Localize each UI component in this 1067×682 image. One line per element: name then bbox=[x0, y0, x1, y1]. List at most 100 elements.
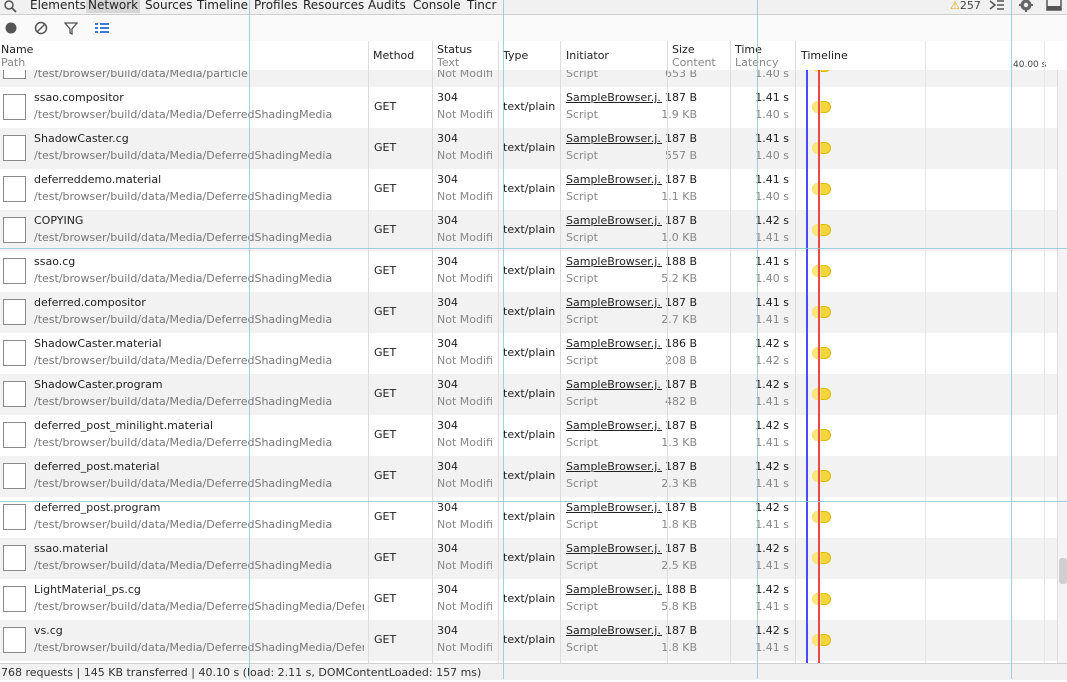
request-initiator-link[interactable]: SampleBrowser.j... bbox=[566, 460, 662, 473]
request-status-text: Not Modifi bbox=[437, 149, 493, 162]
tab-timeline[interactable]: Timeline bbox=[195, 0, 250, 13]
request-name[interactable]: COPYING bbox=[34, 214, 83, 227]
request-name[interactable]: LightMaterial_ps.cg bbox=[34, 583, 141, 596]
request-status-text: Not Modifi bbox=[437, 559, 493, 572]
request-latency: 1.40 s bbox=[755, 190, 789, 203]
table-row[interactable]: deferred_post.program/test/browser/build… bbox=[0, 497, 1057, 538]
column-divider[interactable] bbox=[795, 41, 796, 663]
request-initiator-type: Script bbox=[566, 641, 598, 654]
gear-icon[interactable] bbox=[1017, 0, 1035, 14]
table-row[interactable]: ShadowCaster.material/test/browser/build… bbox=[0, 333, 1057, 374]
request-initiator-link[interactable]: SampleBrowser.j... bbox=[566, 337, 662, 350]
column-divider[interactable] bbox=[730, 41, 731, 663]
column-path-header[interactable]: Path bbox=[1, 56, 25, 69]
tab-network[interactable]: Network bbox=[86, 0, 141, 13]
timeline-bar bbox=[812, 552, 831, 564]
table-row[interactable]: COPYING/test/browser/build/data/Media/De… bbox=[0, 210, 1057, 251]
dock-icon[interactable] bbox=[1045, 0, 1063, 14]
filter-icon[interactable] bbox=[63, 21, 80, 37]
table-row[interactable]: /test/browser/build/data/Media/particle … bbox=[0, 70, 1057, 87]
table-row[interactable]: vs.cg/test/browser/build/data/Media/Defe… bbox=[0, 620, 1057, 661]
column-text-header[interactable]: Text bbox=[437, 56, 459, 69]
request-initiator-link[interactable]: SampleBrowser.j... bbox=[566, 542, 662, 555]
column-timeline-header[interactable]: Timeline bbox=[801, 49, 848, 62]
table-row[interactable]: ShadowCaster.program/test/browser/build/… bbox=[0, 374, 1057, 415]
request-initiator-type: Script bbox=[566, 70, 598, 80]
table-row[interactable]: LightMaterial_ps.cg/test/browser/build/d… bbox=[0, 579, 1057, 620]
request-size: 186 B bbox=[664, 337, 697, 350]
table-row[interactable]: ssao.compositor/test/browser/build/data/… bbox=[0, 87, 1057, 128]
warnings-counter[interactable]: ⚠257 bbox=[950, 0, 981, 12]
table-row[interactable]: ssao.cg/test/browser/build/data/Media/De… bbox=[0, 251, 1057, 292]
request-initiator-link[interactable]: SampleBrowser.j... bbox=[566, 501, 662, 514]
record-icon[interactable] bbox=[4, 21, 20, 37]
tab-audits[interactable]: Audits bbox=[366, 0, 408, 13]
list-view-icon[interactable] bbox=[94, 21, 110, 37]
column-name-header[interactable]: Name bbox=[1, 43, 33, 56]
table-row[interactable]: deferred_post_minilight.material/test/br… bbox=[0, 415, 1057, 456]
request-name[interactable]: deferreddemo.material bbox=[34, 173, 161, 186]
request-size: 188 B bbox=[664, 255, 697, 268]
request-initiator-link[interactable]: SampleBrowser.j... bbox=[566, 378, 662, 391]
request-time: 1.42 s bbox=[755, 337, 789, 350]
column-divider[interactable] bbox=[368, 41, 369, 663]
column-divider[interactable] bbox=[667, 41, 668, 663]
clear-icon[interactable] bbox=[34, 21, 50, 37]
request-path: /test/browser/build/data/Media/DeferredS… bbox=[34, 231, 333, 244]
request-name[interactable]: ssao.cg bbox=[34, 255, 75, 268]
request-initiator-link[interactable]: SampleBrowser.j... bbox=[566, 255, 662, 268]
request-path: /test/browser/build/data/Media/DeferredS… bbox=[34, 641, 364, 654]
table-row[interactable]: ssao.material/test/browser/build/data/Me… bbox=[0, 538, 1057, 579]
request-name[interactable]: ShadowCaster.cg bbox=[34, 132, 129, 145]
console-drawer-icon[interactable] bbox=[988, 0, 1006, 14]
request-name[interactable]: deferred_post.material bbox=[34, 460, 159, 473]
column-divider[interactable] bbox=[498, 41, 499, 663]
scrollbar-thumb[interactable] bbox=[1059, 558, 1067, 584]
column-status-header[interactable]: Status bbox=[437, 43, 472, 56]
column-size-header[interactable]: Size bbox=[672, 43, 695, 56]
vertical-scrollbar[interactable] bbox=[1057, 70, 1067, 663]
tab-tincr[interactable]: Tincr bbox=[465, 0, 498, 13]
column-method-header[interactable]: Method bbox=[373, 49, 414, 62]
request-name[interactable]: ssao.material bbox=[34, 542, 108, 555]
request-name[interactable]: vs.cg bbox=[34, 624, 63, 637]
request-size: 188 B bbox=[664, 583, 697, 596]
guide-line bbox=[0, 248, 1067, 249]
request-name[interactable]: deferred.compositor bbox=[34, 296, 146, 309]
table-row[interactable]: deferred.compositor/test/browser/build/d… bbox=[0, 292, 1057, 333]
request-size: 187 B bbox=[664, 624, 697, 637]
request-name[interactable]: ssao.compositor bbox=[34, 91, 124, 104]
request-initiator-link[interactable]: SampleBrowser.j... bbox=[566, 296, 662, 309]
column-content-header[interactable]: Content bbox=[672, 56, 716, 69]
tab-sources[interactable]: Sources bbox=[143, 0, 194, 13]
search-icon[interactable] bbox=[3, 0, 17, 13]
request-initiator-type: Script bbox=[566, 436, 598, 449]
request-path: /test/browser/build/data/Media/DeferredS… bbox=[34, 272, 333, 285]
column-divider[interactable] bbox=[560, 41, 561, 663]
tab-resources[interactable]: Resources bbox=[301, 0, 366, 13]
request-initiator-link[interactable]: SampleBrowser.j... bbox=[566, 91, 662, 104]
request-initiator-link[interactable]: SampleBrowser.j... bbox=[566, 583, 662, 596]
request-method: GET bbox=[374, 264, 397, 277]
request-status-code: 304 bbox=[437, 91, 458, 104]
request-time: 1.41 s bbox=[755, 173, 789, 186]
table-row[interactable]: deferred_post.material/test/browser/buil… bbox=[0, 456, 1057, 497]
request-name[interactable]: deferred_post.program bbox=[34, 501, 160, 514]
request-initiator-link[interactable]: SampleBrowser.j... bbox=[566, 624, 662, 637]
tab-console[interactable]: Console bbox=[411, 0, 463, 13]
request-initiator-link[interactable]: SampleBrowser.j... bbox=[566, 132, 662, 145]
request-initiator-link[interactable]: SampleBrowser.j... bbox=[566, 419, 662, 432]
request-initiator-link[interactable]: SampleBrowser.j... bbox=[566, 173, 662, 186]
table-row[interactable]: ShadowCaster.cg/test/browser/build/data/… bbox=[0, 128, 1057, 169]
request-method: GET bbox=[374, 387, 397, 400]
request-name[interactable]: deferred_post_minilight.material bbox=[34, 419, 213, 432]
request-initiator-link[interactable]: SampleBrowser.j... bbox=[566, 214, 662, 227]
table-row[interactable]: deferreddemo.material/test/browser/build… bbox=[0, 169, 1057, 210]
request-name[interactable]: ShadowCaster.program bbox=[34, 378, 163, 391]
request-name[interactable]: ShadowCaster.material bbox=[34, 337, 162, 350]
tab-profiles[interactable]: Profiles bbox=[252, 0, 300, 13]
column-divider[interactable] bbox=[432, 41, 433, 663]
column-initiator-header[interactable]: Initiator bbox=[566, 49, 609, 62]
tab-elements[interactable]: Elements bbox=[28, 0, 88, 13]
column-type-header[interactable]: Type bbox=[503, 49, 528, 62]
